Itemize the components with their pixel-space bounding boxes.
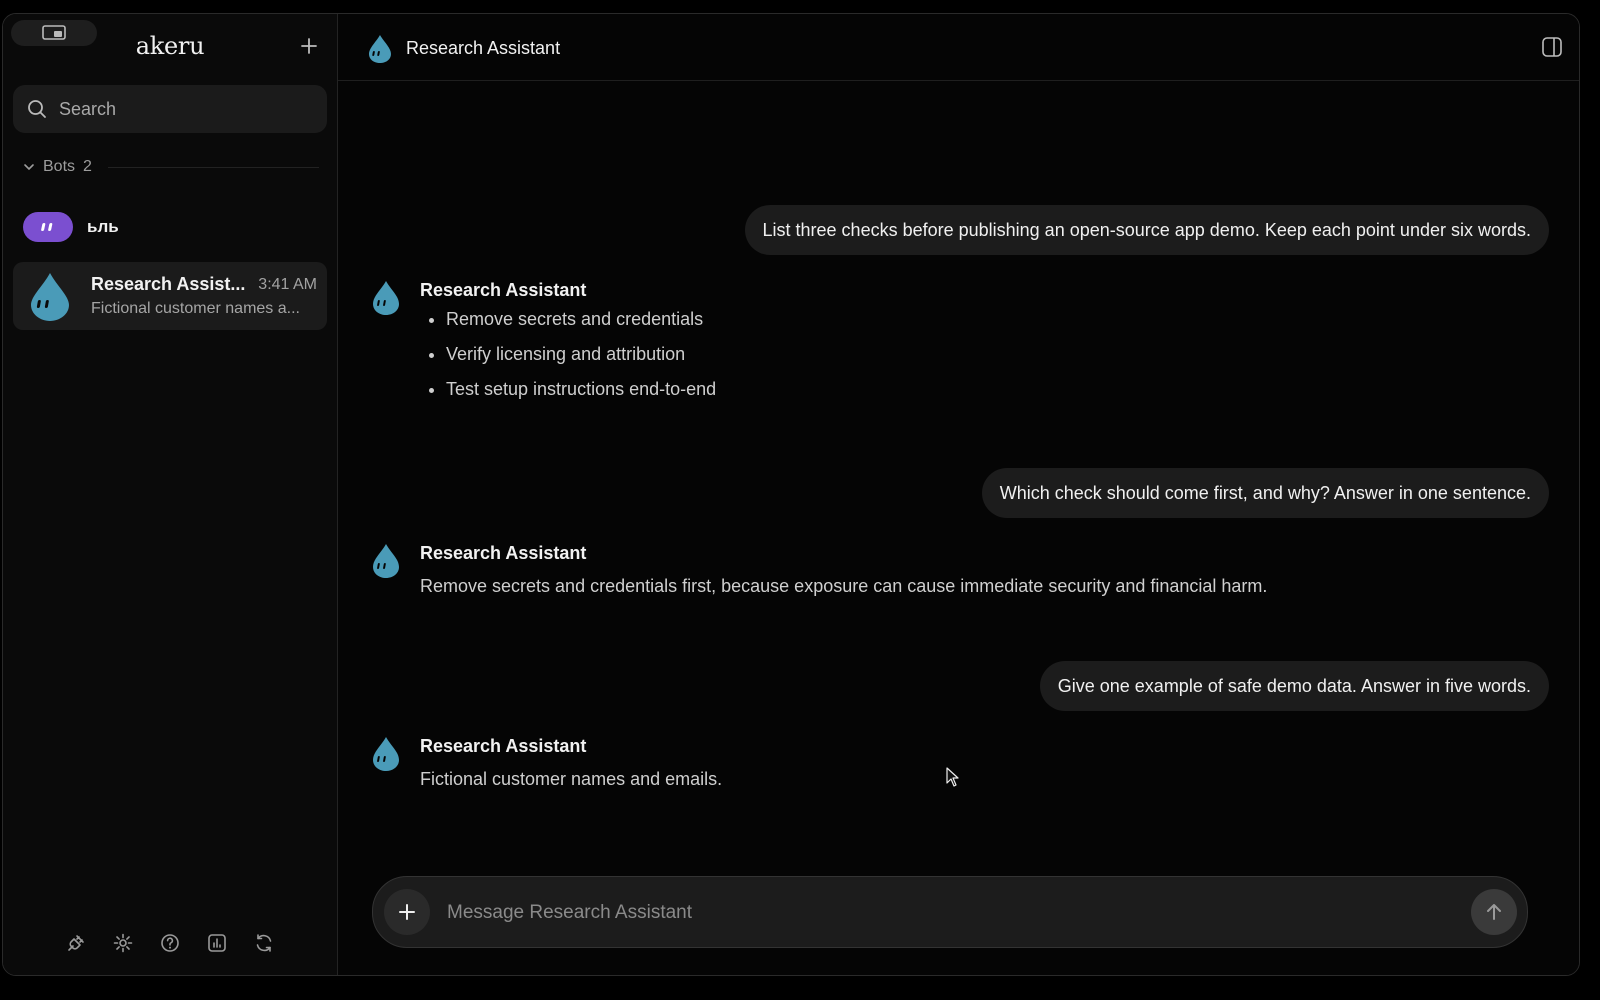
assistant-bullet-list: Remove secrets and credentials Verify li… xyxy=(420,302,716,407)
plus-icon xyxy=(399,904,415,920)
attach-button[interactable] xyxy=(384,889,430,935)
drop-avatar-icon xyxy=(369,35,391,63)
search-box[interactable] xyxy=(13,85,327,133)
list-item: Verify licensing and attribution xyxy=(446,337,716,372)
drop-avatar-icon xyxy=(373,737,399,771)
chevron-down-icon xyxy=(24,164,34,171)
bots-section-header[interactable]: Bots 2 xyxy=(23,156,319,178)
chat-title: Research Assist... xyxy=(91,274,246,294)
send-button[interactable] xyxy=(1471,889,1517,935)
message-composer xyxy=(372,876,1528,948)
assistant-text: Fictional customer names and emails. xyxy=(420,769,723,789)
mouse-cursor-icon xyxy=(946,767,959,787)
refresh-icon[interactable] xyxy=(252,931,276,955)
bot-list-item[interactable]: ьль xyxy=(23,212,119,242)
chat-preview: Fictional customer names a... xyxy=(91,300,300,317)
help-icon[interactable] xyxy=(158,931,182,955)
new-chat-button[interactable] xyxy=(297,34,321,58)
toggle-panel-icon[interactable] xyxy=(1541,36,1563,58)
search-input[interactable] xyxy=(57,97,311,121)
arrow-up-icon xyxy=(1487,904,1501,920)
assistant-name: Research Assistant xyxy=(420,280,587,300)
gear-icon[interactable] xyxy=(111,931,135,955)
bot-eyes-icon xyxy=(41,223,53,231)
plug-icon[interactable] xyxy=(64,931,88,955)
chart-icon[interactable] xyxy=(205,931,229,955)
app-brand: akeru xyxy=(135,32,205,60)
chat-header: Research Assistant xyxy=(338,14,1579,81)
chat-title-header: Research Assistant xyxy=(406,38,561,58)
search-icon xyxy=(25,97,49,121)
user-message: Give one example of safe demo data. Answ… xyxy=(1039,661,1549,711)
assistant-name: Research Assistant xyxy=(420,736,587,756)
chat-list-item[interactable]: Research Assist... 3:41 AM Fictional cus… xyxy=(13,262,327,330)
bots-count: 2 xyxy=(83,158,92,175)
drop-avatar-icon xyxy=(373,281,399,315)
assistant-name: Research Assistant xyxy=(420,543,587,563)
sidebar-footer xyxy=(3,931,337,955)
chat-time: 3:41 AM xyxy=(258,276,317,293)
chat-main: Research Assistant List three checks bef… xyxy=(338,14,1579,975)
drop-avatar-icon xyxy=(373,544,399,578)
divider xyxy=(107,166,319,168)
list-item: Remove secrets and credentials xyxy=(446,302,716,337)
user-message: List three checks before publishing an o… xyxy=(744,205,1549,255)
bots-section-label: Bots xyxy=(43,158,76,175)
list-item: Test setup instructions end-to-end xyxy=(446,372,716,407)
assistant-text: Remove secrets and credentials first, be… xyxy=(420,576,1268,596)
drop-avatar-icon xyxy=(31,273,69,321)
sidebar-header: akeru xyxy=(3,14,337,80)
bot-name: ьль xyxy=(87,217,119,236)
user-message: Which check should come first, and why? … xyxy=(981,468,1549,518)
plus-icon xyxy=(301,38,317,54)
app-window: akeru Bots 2 xyxy=(2,13,1580,976)
message-input[interactable] xyxy=(445,897,1449,929)
bot-avatar xyxy=(23,212,73,242)
sidebar: akeru Bots 2 xyxy=(3,14,338,975)
